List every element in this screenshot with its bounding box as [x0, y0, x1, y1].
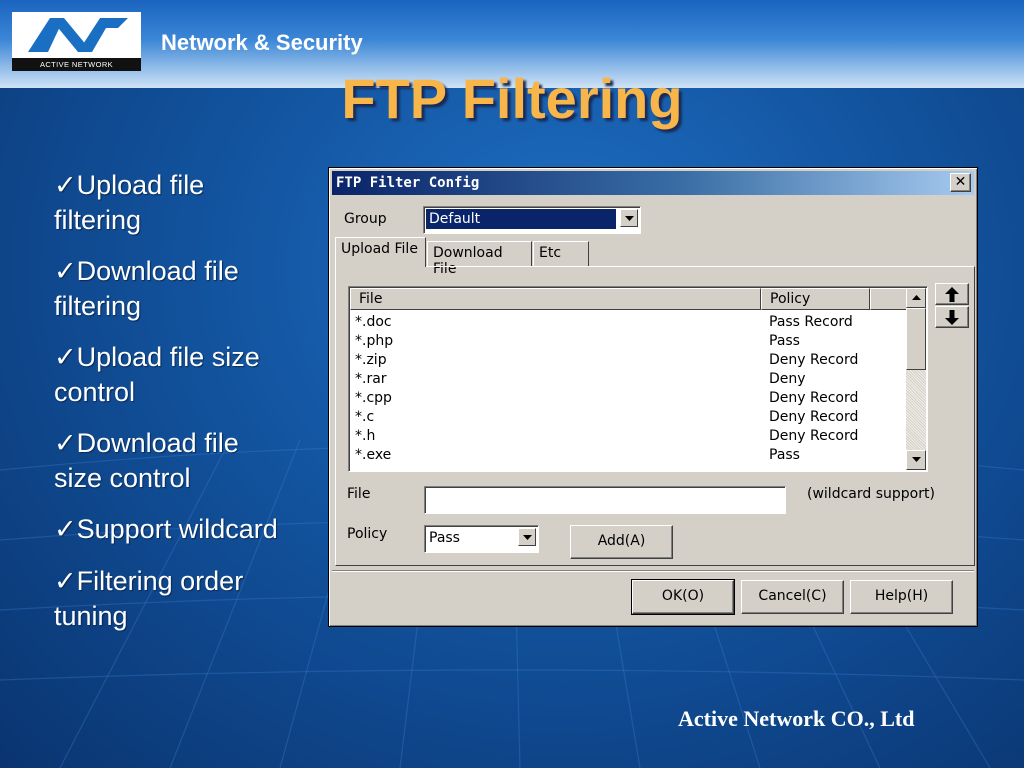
list-row[interactable]: *.php Pass: [355, 333, 895, 352]
check-icon: ✓: [54, 566, 77, 597]
chevron-down-icon: [625, 216, 634, 221]
chevron-down-icon: [912, 457, 921, 462]
chevron-down-icon: [523, 535, 532, 540]
list-row[interactable]: *.c Deny Record: [355, 409, 895, 428]
tab-download-file[interactable]: Download File: [427, 241, 532, 277]
brand-title: Network & Security: [161, 30, 363, 55]
bullet-item: ✓Support wildcard: [54, 514, 278, 545]
policy-select-value: Pass: [429, 530, 460, 546]
file-policy-list[interactable]: File Policy *.doc Pass Record *.php Pass *…: [348, 286, 928, 472]
list-row[interactable]: *.h Deny Record: [355, 428, 895, 447]
dialog-titlebar[interactable]: FTP Filter Config: [332, 171, 974, 195]
bullet-item: ✓Download file filtering: [54, 256, 239, 321]
slide-title: FTP Filtering: [341, 67, 683, 130]
policy-label: Policy: [347, 526, 388, 542]
list-row[interactable]: *.zip Deny Record: [355, 352, 895, 371]
group-label: Group: [344, 211, 387, 227]
scroll-up-button[interactable]: [906, 288, 926, 308]
move-down-button[interactable]: [935, 306, 969, 328]
slide: ACTIVE NETWORK Network & Security FTP Fi…: [0, 0, 1024, 768]
bullet-item: ✓Filtering order tuning: [54, 566, 244, 631]
group-select[interactable]: Default: [423, 206, 641, 234]
arrow-up-icon: [945, 287, 959, 302]
move-up-button[interactable]: [935, 283, 969, 305]
arrow-down-icon: [945, 310, 959, 325]
divider: [332, 570, 974, 571]
check-icon: ✓: [54, 428, 77, 459]
policy-dropdown-button[interactable]: [518, 528, 536, 546]
logo-mark-icon: [28, 18, 128, 52]
dialog-title: FTP Filter Config: [336, 175, 480, 191]
ftp-filter-dialog: FTP Filter Config ✕ Group Default Upload…: [328, 167, 978, 627]
close-button[interactable]: ✕: [950, 173, 971, 192]
column-header-file[interactable]: File: [350, 288, 761, 310]
list-row[interactable]: *.cpp Deny Record: [355, 390, 895, 409]
tab-upload-file[interactable]: Upload File: [335, 237, 426, 267]
check-icon: ✓: [54, 256, 77, 287]
bullet-item: ✓Upload file filtering: [54, 170, 205, 235]
check-icon: ✓: [54, 170, 77, 201]
list-row[interactable]: *.exe Pass: [355, 447, 895, 466]
help-button[interactable]: Help(H): [850, 580, 953, 614]
feature-list: ✓Upload file filtering ✓Download file fi…: [54, 168, 294, 650]
bullet-item: ✓Download file size control: [54, 428, 239, 493]
file-label: File: [347, 486, 371, 502]
list-scrollbar[interactable]: [906, 288, 926, 470]
check-icon: ✓: [54, 342, 77, 373]
company-logo: ACTIVE NETWORK: [12, 12, 141, 71]
bullet-item: ✓Upload file size control: [54, 342, 260, 407]
column-header-policy[interactable]: Policy: [761, 288, 870, 310]
footer-company: Active Network CO., Ltd: [678, 706, 915, 731]
list-row[interactable]: *.rar Deny: [355, 371, 895, 390]
column-header-spacer: [870, 288, 907, 310]
list-row[interactable]: *.doc Pass Record: [355, 314, 895, 333]
ok-button[interactable]: OK(O): [631, 579, 735, 615]
scroll-down-button[interactable]: [906, 450, 926, 470]
tab-etc[interactable]: Etc: [533, 241, 589, 267]
scroll-thumb[interactable]: [906, 308, 926, 370]
cancel-button[interactable]: Cancel(C): [741, 580, 844, 614]
file-pattern-input[interactable]: [424, 486, 786, 514]
group-select-value: Default: [429, 211, 481, 227]
close-icon: ✕: [954, 174, 967, 190]
check-icon: ✓: [54, 514, 77, 545]
add-button[interactable]: Add(A): [570, 525, 673, 559]
policy-select[interactable]: Pass: [424, 525, 539, 553]
wildcard-note: (wildcard support): [807, 486, 935, 502]
group-dropdown-button[interactable]: [620, 209, 638, 227]
chevron-up-icon: [912, 295, 921, 300]
